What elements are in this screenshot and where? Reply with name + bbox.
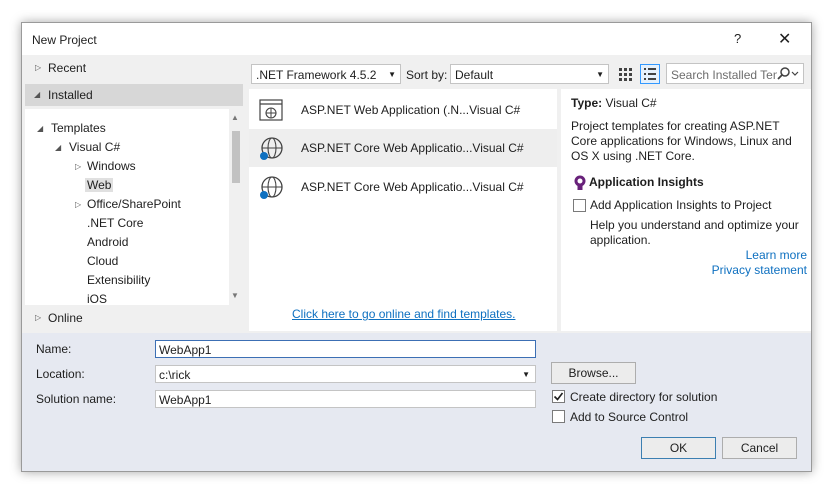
recent-node[interactable]: ▷ Recent bbox=[25, 57, 243, 79]
create-directory-checkbox[interactable] bbox=[552, 390, 565, 403]
checkmark-icon bbox=[553, 392, 564, 401]
template-description: Project templates for creating ASP.NET C… bbox=[571, 119, 792, 163]
project-form: Name: WebApp1 Location: c:\rick ▼ Soluti… bbox=[22, 333, 811, 471]
details-pane: Type: Visual C# Project templates for cr… bbox=[561, 89, 811, 331]
type-value: Visual C# bbox=[605, 96, 657, 110]
small-icons-view-icon[interactable] bbox=[615, 64, 635, 84]
category-pane: ▷ Recent ◢ Installed ◢ Templates ◢ Visua… bbox=[25, 57, 243, 331]
template-item[interactable]: ASP.NET Core Web Applicatio...Visual C# bbox=[249, 129, 557, 167]
name-label: Name: bbox=[36, 342, 72, 356]
chevron-down-icon: ▼ bbox=[596, 70, 604, 79]
name-field[interactable]: WebApp1 bbox=[155, 340, 536, 358]
scroll-thumb[interactable] bbox=[232, 131, 240, 183]
framework-select[interactable]: .NET Framework 4.5.2 ▼ bbox=[251, 64, 401, 84]
web-application-icon bbox=[257, 97, 285, 125]
solution-name-label: Solution name: bbox=[36, 392, 117, 406]
sort-select[interactable]: Default ▼ bbox=[450, 64, 609, 84]
core-web-application-icon bbox=[257, 135, 285, 163]
source-control-checkbox[interactable] bbox=[552, 410, 565, 423]
installed-node[interactable]: ◢ Installed bbox=[25, 84, 243, 106]
close-button[interactable]: ✕ bbox=[778, 29, 791, 49]
solution-name-field[interactable]: WebApp1 bbox=[155, 390, 536, 408]
expand-arrow-icon[interactable]: ▷ bbox=[75, 162, 81, 171]
cancel-button[interactable]: Cancel bbox=[722, 437, 797, 459]
expand-arrow-icon[interactable]: ▷ bbox=[35, 63, 41, 72]
collapse-arrow-icon[interactable]: ◢ bbox=[55, 143, 61, 152]
template-item[interactable]: ASP.NET Core Web Applicatio...Visual C# bbox=[249, 168, 557, 206]
online-templates-link[interactable]: Click here to go online and find templat… bbox=[292, 307, 515, 321]
recent-label: Recent bbox=[48, 61, 87, 75]
window-title: New Project bbox=[32, 33, 97, 47]
online-node[interactable]: ▷ Online bbox=[25, 307, 243, 329]
location-field[interactable]: c:\rick ▼ bbox=[155, 365, 536, 383]
online-label: Online bbox=[48, 311, 83, 325]
source-control-label[interactable]: Add to Source Control bbox=[570, 410, 688, 424]
template-tree: ◢ Templates ◢ Visual C# ▷ Windows Web ▷ … bbox=[25, 109, 229, 305]
chevron-down-icon: ▼ bbox=[388, 70, 396, 79]
new-project-dialog: New Project ? ✕ ▷ Recent ◢ Installed ◢ T… bbox=[21, 22, 812, 472]
search-icon[interactable] bbox=[777, 67, 799, 84]
template-list: ASP.NET Web Application (.N...Visual C# … bbox=[249, 89, 557, 331]
lightbulb-icon bbox=[573, 175, 587, 196]
ok-button[interactable]: OK bbox=[641, 437, 716, 459]
learn-more-link[interactable]: Learn more bbox=[746, 248, 807, 262]
scroll-down-icon[interactable]: ▼ bbox=[231, 291, 239, 300]
type-label: Type: bbox=[571, 96, 603, 110]
list-view-icon[interactable] bbox=[640, 64, 660, 84]
expand-arrow-icon[interactable]: ▷ bbox=[35, 313, 41, 322]
search-input[interactable]: Search Installed Templates bbox=[666, 63, 804, 84]
insights-help-text: Help you understand and optimize your ap… bbox=[590, 218, 799, 247]
browse-button[interactable]: Browse... bbox=[551, 362, 636, 384]
core-web-application-icon bbox=[257, 174, 285, 202]
privacy-statement-link[interactable]: Privacy statement bbox=[712, 263, 807, 277]
help-button[interactable]: ? bbox=[734, 31, 741, 46]
add-insights-label[interactable]: Add Application Insights to Project bbox=[590, 198, 771, 212]
collapse-arrow-icon[interactable]: ◢ bbox=[34, 90, 40, 99]
application-insights-title: Application Insights bbox=[589, 175, 704, 189]
collapse-arrow-icon[interactable]: ◢ bbox=[37, 124, 43, 133]
scroll-up-icon[interactable]: ▲ bbox=[231, 113, 239, 122]
sort-by-label: Sort by: bbox=[406, 68, 448, 82]
location-label: Location: bbox=[36, 367, 85, 381]
chevron-down-icon[interactable]: ▼ bbox=[522, 370, 530, 379]
installed-label: Installed bbox=[48, 88, 93, 102]
title-bar: New Project ? ✕ bbox=[22, 23, 811, 55]
expand-arrow-icon[interactable]: ▷ bbox=[75, 200, 81, 209]
tree-scrollbar[interactable]: ▲ ▼ bbox=[229, 109, 243, 305]
add-insights-checkbox[interactable] bbox=[573, 199, 586, 212]
create-directory-label[interactable]: Create directory for solution bbox=[570, 390, 717, 404]
template-item[interactable]: ASP.NET Web Application (.N...Visual C# bbox=[249, 91, 557, 129]
